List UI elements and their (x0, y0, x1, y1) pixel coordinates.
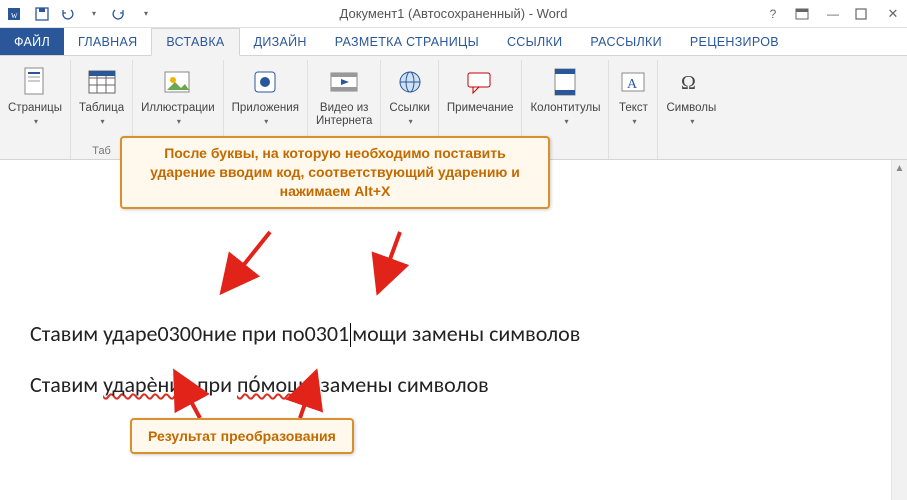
word-logo-icon: w (6, 4, 26, 24)
line2-d-misspelled: по́мощи (237, 371, 316, 398)
ribbon-group-symbols[interactable]: Ω Символы▾ (658, 60, 724, 159)
tab-layout[interactable]: РАЗМЕТКА СТРАНИЦЫ (321, 28, 493, 55)
tab-file[interactable]: ФАЙЛ (0, 28, 64, 55)
link-icon (394, 66, 426, 98)
svg-text:A: A (627, 77, 638, 92)
ribbon-label: Страницы▾ (8, 102, 62, 128)
tab-insert[interactable]: ВСТАВКА (151, 28, 239, 56)
close-icon[interactable]: ✕ (885, 6, 901, 22)
header-footer-icon (549, 66, 581, 98)
document-line-1: Ставим ударе0300ние при по0301мощи замен… (30, 320, 867, 347)
vertical-scrollbar[interactable]: ▲ (891, 160, 907, 500)
undo-dropdown-icon[interactable]: ▾ (84, 4, 104, 24)
line2-e: замены символов (316, 371, 489, 398)
ribbon-display-options-icon[interactable] (795, 8, 811, 20)
apps-icon (249, 66, 281, 98)
group-footer: Таб (92, 145, 111, 157)
document-page[interactable]: Ставим ударе0300ние при по0301мощи замен… (12, 190, 885, 452)
comment-icon (464, 66, 496, 98)
ribbon-label: Текст▾ (619, 102, 648, 128)
pictures-icon (162, 66, 194, 98)
pages-icon (19, 66, 51, 98)
ribbon-label: Видео из Интернета (316, 102, 372, 128)
ribbon-label: Символы▾ (666, 102, 716, 128)
line2-b-misspelled: ударѐние (103, 371, 192, 398)
symbol-icon: Ω (675, 66, 707, 98)
tab-home[interactable]: ГЛАВНАЯ (64, 28, 151, 55)
ribbon-group-text[interactable]: A Текст▾ (609, 60, 658, 159)
line2-c: при (192, 371, 237, 398)
quick-access-toolbar: w ▾ ▾ (6, 4, 156, 24)
tab-mailings[interactable]: РАССЫЛКИ (576, 28, 676, 55)
document-line-2: Ставим ударѐние при по́мощи замены симво… (30, 371, 867, 398)
redo-icon[interactable] (110, 4, 130, 24)
video-icon (328, 66, 360, 98)
scroll-up-icon[interactable]: ▲ (892, 160, 907, 176)
ribbon-label: Примечание (447, 102, 514, 115)
tab-design[interactable]: ДИЗАЙН (240, 28, 321, 55)
callout-instruction: После буквы, на которую необходимо поста… (120, 136, 550, 209)
ribbon-label: Колонтитулы▾ (530, 102, 600, 128)
customize-qat-icon[interactable]: ▾ (136, 4, 156, 24)
tab-references[interactable]: ССЫЛКИ (493, 28, 576, 55)
ribbon-group-pages[interactable]: Страницы▾ (0, 60, 71, 159)
minimize-icon[interactable]: — (825, 7, 841, 21)
svg-text:w: w (11, 10, 18, 20)
line1-suffix: мощи замены символов (352, 320, 580, 347)
textbox-icon: A (617, 66, 649, 98)
help-icon[interactable]: ? (765, 7, 781, 21)
ribbon-label: Ссылки▾ (389, 102, 430, 128)
line2-a: Ставим (30, 371, 103, 398)
ribbon-label: Таблица▾ (79, 102, 124, 128)
svg-text:Ω: Ω (681, 72, 696, 94)
table-icon (86, 66, 118, 98)
callout-result: Результат преобразования (130, 418, 354, 454)
save-icon[interactable] (32, 4, 52, 24)
tab-review[interactable]: РЕЦЕНЗИРОВ (676, 28, 793, 55)
undo-icon[interactable] (58, 4, 78, 24)
ribbon-tabs: ФАЙЛ ГЛАВНАЯ ВСТАВКА ДИЗАЙН РАЗМЕТКА СТР… (0, 28, 907, 56)
ribbon-label: Иллюстрации▾ (141, 102, 215, 128)
line1-prefix: Ставим ударе0300ние при по0301 (30, 320, 349, 347)
ribbon-label: Приложения▾ (232, 102, 299, 128)
title-bar: w ▾ ▾ Документ1 (Автосохраненный) - Word… (0, 0, 907, 28)
maximize-icon[interactable] (855, 8, 871, 20)
window-controls: ? — ✕ (765, 6, 901, 22)
